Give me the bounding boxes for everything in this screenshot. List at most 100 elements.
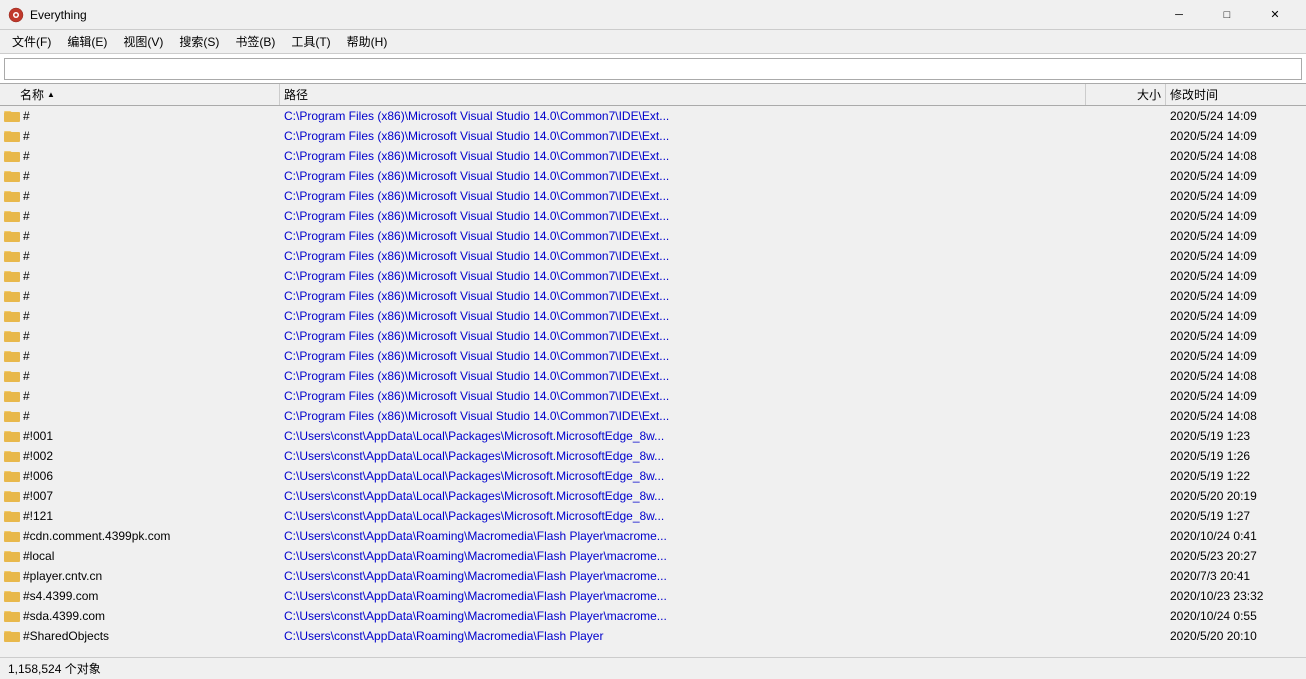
folder-icon	[4, 129, 20, 143]
cell-path: C:\Users\const\AppData\Local\Packages\Mi…	[280, 449, 1086, 463]
table-row[interactable]: #s4.4399.comC:\Users\const\AppData\Roami…	[0, 586, 1306, 606]
filename-text: #	[23, 209, 30, 223]
table-row[interactable]: #SharedObjectsC:\Users\const\AppData\Roa…	[0, 626, 1306, 646]
cell-modified: 2020/5/24 14:09	[1166, 189, 1306, 203]
cell-path: C:\Program Files (x86)\Microsoft Visual …	[280, 309, 1086, 323]
folder-icon	[4, 589, 20, 603]
table-row[interactable]: #C:\Program Files (x86)\Microsoft Visual…	[0, 326, 1306, 346]
cell-name: #!002	[0, 449, 280, 463]
table-row[interactable]: #C:\Program Files (x86)\Microsoft Visual…	[0, 266, 1306, 286]
table-row[interactable]: #C:\Program Files (x86)\Microsoft Visual…	[0, 406, 1306, 426]
table-row[interactable]: #localC:\Users\const\AppData\Roaming\Mac…	[0, 546, 1306, 566]
cell-path: C:\Program Files (x86)\Microsoft Visual …	[280, 129, 1086, 143]
cell-path: C:\Users\const\AppData\Local\Packages\Mi…	[280, 509, 1086, 523]
cell-modified: 2020/10/24 0:55	[1166, 609, 1306, 623]
cell-name: #	[0, 309, 280, 323]
cell-name: #	[0, 129, 280, 143]
menu-bookmark[interactable]: 书签(B)	[227, 31, 283, 53]
cell-name: #	[0, 269, 280, 283]
search-bar	[0, 54, 1306, 84]
menu-search[interactable]: 搜索(S)	[171, 31, 227, 53]
filename-text: #	[23, 109, 30, 123]
close-button[interactable]: ✕	[1252, 0, 1298, 30]
cell-path: C:\Users\const\AppData\Local\Packages\Mi…	[280, 429, 1086, 443]
filename-text: #	[23, 169, 30, 183]
menu-view[interactable]: 视图(V)	[115, 31, 171, 53]
folder-icon	[4, 349, 20, 363]
table-row[interactable]: #C:\Program Files (x86)\Microsoft Visual…	[0, 366, 1306, 386]
filename-text: #!007	[23, 489, 53, 503]
cell-modified: 2020/5/24 14:09	[1166, 389, 1306, 403]
filename-text: #player.cntv.cn	[23, 569, 102, 583]
cell-path: C:\Program Files (x86)\Microsoft Visual …	[280, 229, 1086, 243]
filename-text: #	[23, 329, 30, 343]
table-row[interactable]: #C:\Program Files (x86)\Microsoft Visual…	[0, 246, 1306, 266]
folder-icon	[4, 109, 20, 123]
menu-tools[interactable]: 工具(T)	[283, 31, 338, 53]
cell-name: #	[0, 169, 280, 183]
table-row[interactable]: #C:\Program Files (x86)\Microsoft Visual…	[0, 286, 1306, 306]
cell-modified: 2020/5/24 14:09	[1166, 109, 1306, 123]
folder-icon	[4, 609, 20, 623]
column-header-size[interactable]: 大小	[1086, 84, 1166, 105]
cell-name: #	[0, 109, 280, 123]
search-input[interactable]	[4, 58, 1302, 80]
filename-text: #	[23, 129, 30, 143]
menu-edit[interactable]: 编辑(E)	[59, 31, 115, 53]
cell-modified: 2020/5/19 1:26	[1166, 449, 1306, 463]
cell-path: C:\Users\const\AppData\Roaming\Macromedi…	[280, 609, 1086, 623]
cell-path: C:\Program Files (x86)\Microsoft Visual …	[280, 209, 1086, 223]
cell-name: #	[0, 389, 280, 403]
column-header-path[interactable]: 路径	[280, 84, 1086, 105]
table-row[interactable]: #C:\Program Files (x86)\Microsoft Visual…	[0, 106, 1306, 126]
table-row[interactable]: #C:\Program Files (x86)\Microsoft Visual…	[0, 346, 1306, 366]
filename-text: #	[23, 229, 30, 243]
cell-modified: 2020/5/24 14:08	[1166, 369, 1306, 383]
filename-text: #	[23, 369, 30, 383]
cell-path: C:\Program Files (x86)\Microsoft Visual …	[280, 269, 1086, 283]
folder-icon	[4, 449, 20, 463]
filename-text: #	[23, 409, 30, 423]
cell-modified: 2020/5/24 14:09	[1166, 269, 1306, 283]
table-row[interactable]: # C:\Program Files (x86)\Microsoft Visual…	[0, 226, 1306, 246]
table-row[interactable]: #C:\Program Files (x86)\Microsoft Visual…	[0, 386, 1306, 406]
menu-bar: 文件(F) 编辑(E) 视图(V) 搜索(S) 书签(B) 工具(T) 帮助(H…	[0, 30, 1306, 54]
folder-icon	[4, 569, 20, 583]
cell-modified: 2020/5/24 14:09	[1166, 229, 1306, 243]
cell-modified: 2020/5/19 1:22	[1166, 469, 1306, 483]
table-row[interactable]: # C:\Program Files (x86)\Microsoft Visual…	[0, 206, 1306, 226]
menu-file[interactable]: 文件(F)	[4, 31, 59, 53]
cell-modified: 2020/5/24 14:09	[1166, 129, 1306, 143]
table-row[interactable]: #C:\Program Files (x86)\Microsoft Visual…	[0, 306, 1306, 326]
table-row[interactable]: #!007C:\Users\const\AppData\Local\Packag…	[0, 486, 1306, 506]
folder-icon	[4, 529, 20, 543]
table-row[interactable]: #C:\Program Files (x86)\Microsoft Visual…	[0, 146, 1306, 166]
folder-icon	[4, 429, 20, 443]
table-row[interactable]: # C:\Program Files (x86)\Microsoft Visual…	[0, 126, 1306, 146]
folder-icon	[4, 229, 20, 243]
table-row[interactable]: #C:\Program Files (x86)\Microsoft Visual…	[0, 186, 1306, 206]
cell-path: C:\Users\const\AppData\Roaming\Macromedi…	[280, 529, 1086, 543]
table-row[interactable]: #C:\Program Files (x86)\Microsoft Visual…	[0, 166, 1306, 186]
table-row[interactable]: #sda.4399.comC:\Users\const\AppData\Roam…	[0, 606, 1306, 626]
cell-name: #	[0, 329, 280, 343]
column-header-name[interactable]: 名称 ▲	[0, 84, 280, 105]
table-row[interactable]: #!006C:\Users\const\AppData\Local\Packag…	[0, 466, 1306, 486]
cell-modified: 2020/5/24 14:08	[1166, 409, 1306, 423]
maximize-button[interactable]: □	[1204, 0, 1250, 30]
table-row[interactable]: #cdn.comment.4399pk.comC:\Users\const\Ap…	[0, 526, 1306, 546]
cell-path: C:\Program Files (x86)\Microsoft Visual …	[280, 349, 1086, 363]
minimize-button[interactable]: ─	[1156, 0, 1202, 30]
menu-help[interactable]: 帮助(H)	[339, 31, 396, 53]
filename-text: #	[23, 249, 30, 263]
filename-text: #s4.4399.com	[23, 589, 98, 603]
cell-name: #	[0, 229, 280, 243]
table-row[interactable]: #!002C:\Users\const\AppData\Local\Packag…	[0, 446, 1306, 466]
table-row[interactable]: #!121C:\Users\const\AppData\Local\Packag…	[0, 506, 1306, 526]
table-row[interactable]: #!001C:\Users\const\AppData\Local\Packag…	[0, 426, 1306, 446]
column-header-modified[interactable]: 修改时间	[1166, 84, 1306, 105]
filename-text: #	[23, 149, 30, 163]
table-row[interactable]: #player.cntv.cnC:\Users\const\AppData\Ro…	[0, 566, 1306, 586]
cell-modified: 2020/5/24 14:09	[1166, 289, 1306, 303]
table-body-wrapper: #C:\Program Files (x86)\Microsoft Visual…	[0, 106, 1306, 657]
